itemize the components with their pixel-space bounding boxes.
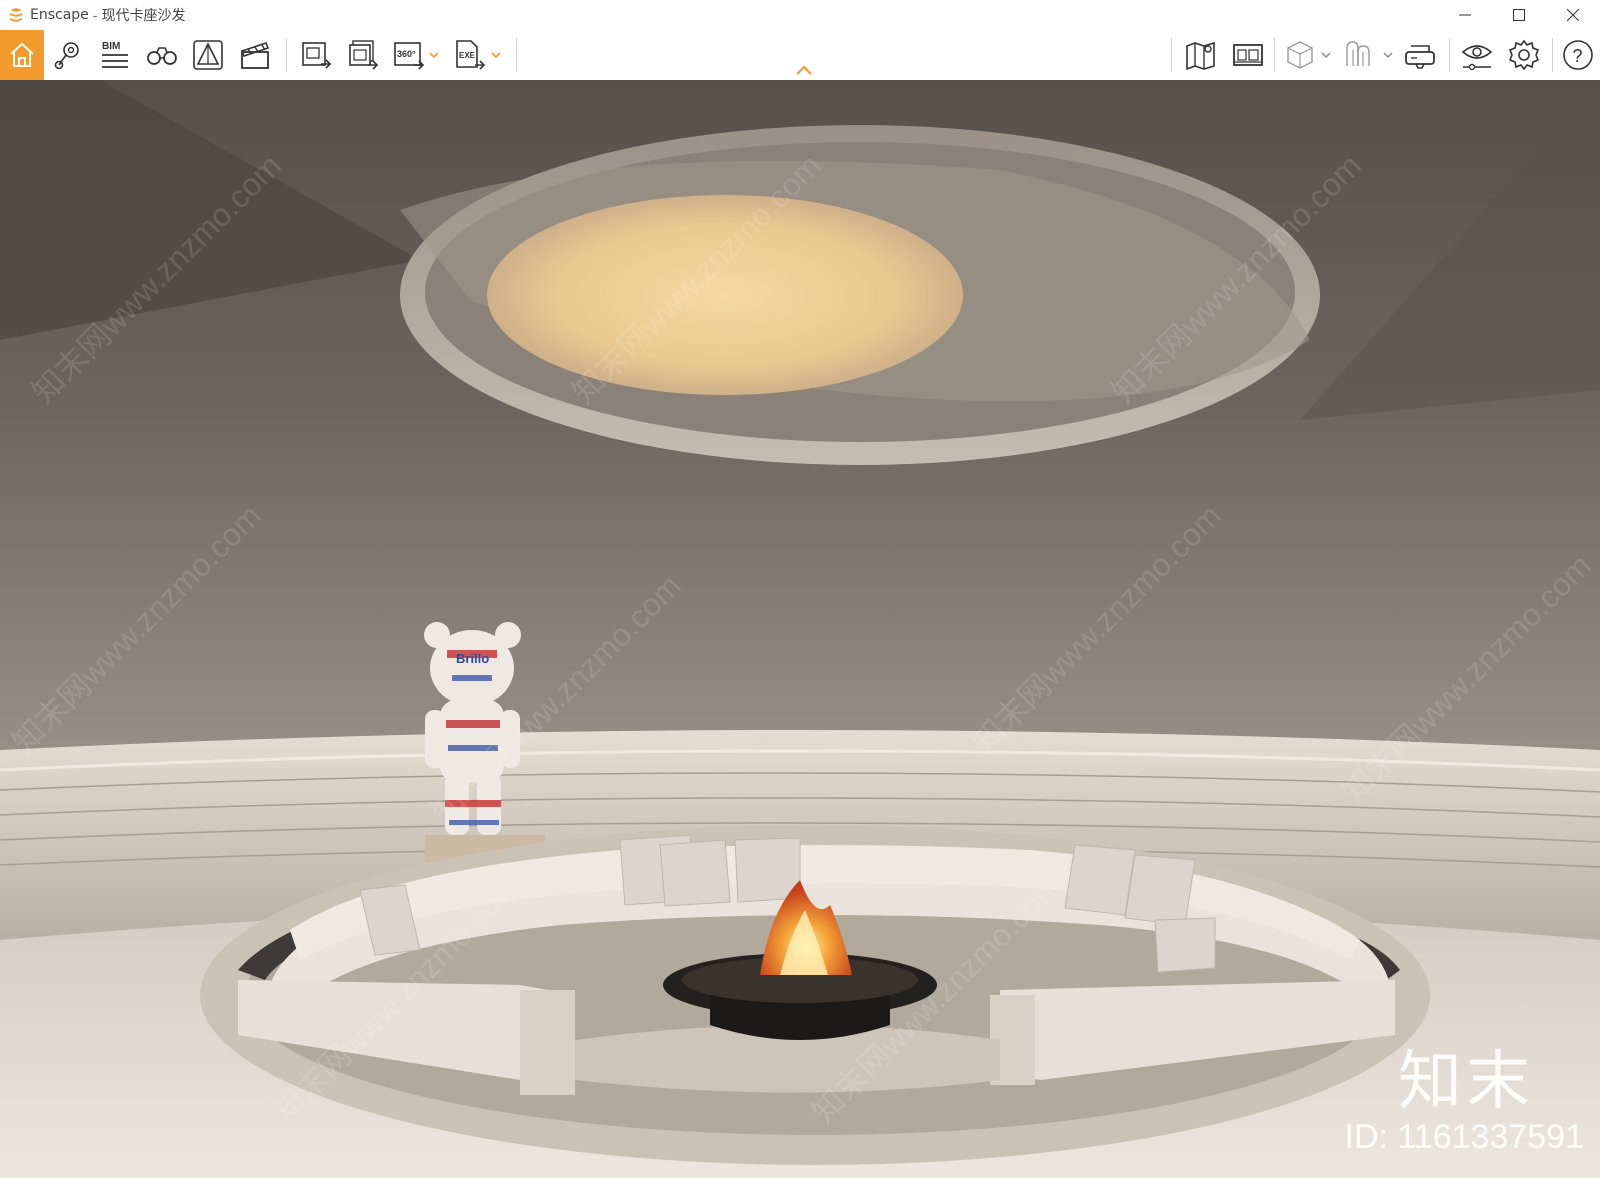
help-label: ? [1573,46,1583,66]
toolbar-separator [1274,38,1275,72]
collapse-toolbar-chevron-icon[interactable] [794,64,814,76]
map-pin-icon [54,42,79,70]
toolbar-separator [1449,38,1450,72]
minimize-button[interactable] [1438,0,1492,30]
render-viewport[interactable]: Brillo 知末网www.znzmo.com 知末网www.znzmo.com… [0,80,1600,1178]
visual-settings-button[interactable] [1455,33,1499,77]
capture-icon [1233,44,1263,66]
vr-headset-icon [1405,45,1435,69]
toolbar-separator [1171,38,1172,72]
export-image-icon [302,42,332,69]
panorama-label: 360° [397,49,416,59]
eye-settings-icon [1461,45,1493,71]
clapperboard-icon [240,42,270,69]
gear-icon [1508,39,1540,71]
render-scene: Brillo [0,80,1600,1178]
cube-icon [1287,41,1313,69]
toolbar-separator [516,38,517,72]
capture-manager-button[interactable] [1226,33,1270,77]
maximize-icon [1513,9,1525,21]
exe-export-dropdown[interactable] [490,47,502,63]
panorama-dropdown[interactable] [428,47,440,63]
sculpture-text: Brillo [456,651,489,666]
home-icon [10,42,34,67]
batch-render-button[interactable] [341,33,385,77]
views-button[interactable] [46,33,90,77]
chevron-down-icon [1321,52,1331,59]
title-bar: Enscape - 现代卡座沙发 [0,0,1600,30]
maximize-button[interactable] [1492,0,1546,30]
map-button[interactable] [1179,33,1223,77]
asset-library-icon [193,40,223,70]
orthographic-button[interactable] [1278,33,1322,77]
batch-render-icon [349,40,379,70]
title-separator: - [92,7,98,23]
clip-dropdown[interactable] [1382,47,1394,63]
chevron-down-icon [429,52,439,59]
screenshot-button[interactable] [294,33,338,77]
watermark-id: ID: 1161337591 [1344,1118,1584,1156]
help-button[interactable]: ? [1556,33,1600,77]
bim-button[interactable]: BIM [93,33,137,77]
document-title: 现代卡座沙发 [101,8,186,24]
settings-button[interactable] [1502,33,1546,77]
bim-label: BIM [102,41,120,52]
home-button[interactable] [0,30,44,80]
map-icon [1186,41,1215,71]
toolbar-separator [286,38,287,72]
vr-headset-button[interactable] [1398,33,1442,77]
panorama-button[interactable]: 360° [387,33,431,77]
close-icon [1567,9,1579,21]
app-name: Enscape [30,7,89,23]
video-editor-button[interactable] [233,33,277,77]
close-button[interactable] [1546,0,1600,30]
toolbar-separator [1552,38,1553,72]
bim-icon: BIM [102,41,128,68]
binoculars-button[interactable] [140,33,184,77]
main-toolbar: BIM 360° EXE ? [0,30,1600,81]
asset-library-button[interactable] [186,33,230,77]
chevron-down-icon [491,52,501,59]
orthographic-dropdown[interactable] [1320,47,1332,63]
watermark-brand: 知末 [1398,1045,1534,1119]
clip-icon [1346,41,1370,66]
exe-label: EXE [459,51,476,60]
panorama-360-icon: 360° [394,42,425,70]
exe-export-button[interactable]: EXE [448,33,492,77]
exe-export-icon: EXE [456,40,486,70]
window-controls [1438,0,1600,30]
clip-button[interactable] [1336,33,1380,77]
chevron-down-icon [1383,52,1393,59]
minimize-icon [1459,14,1471,16]
binoculars-icon [147,47,177,65]
help-icon: ? [1563,40,1593,70]
enscape-logo-icon [10,8,22,22]
